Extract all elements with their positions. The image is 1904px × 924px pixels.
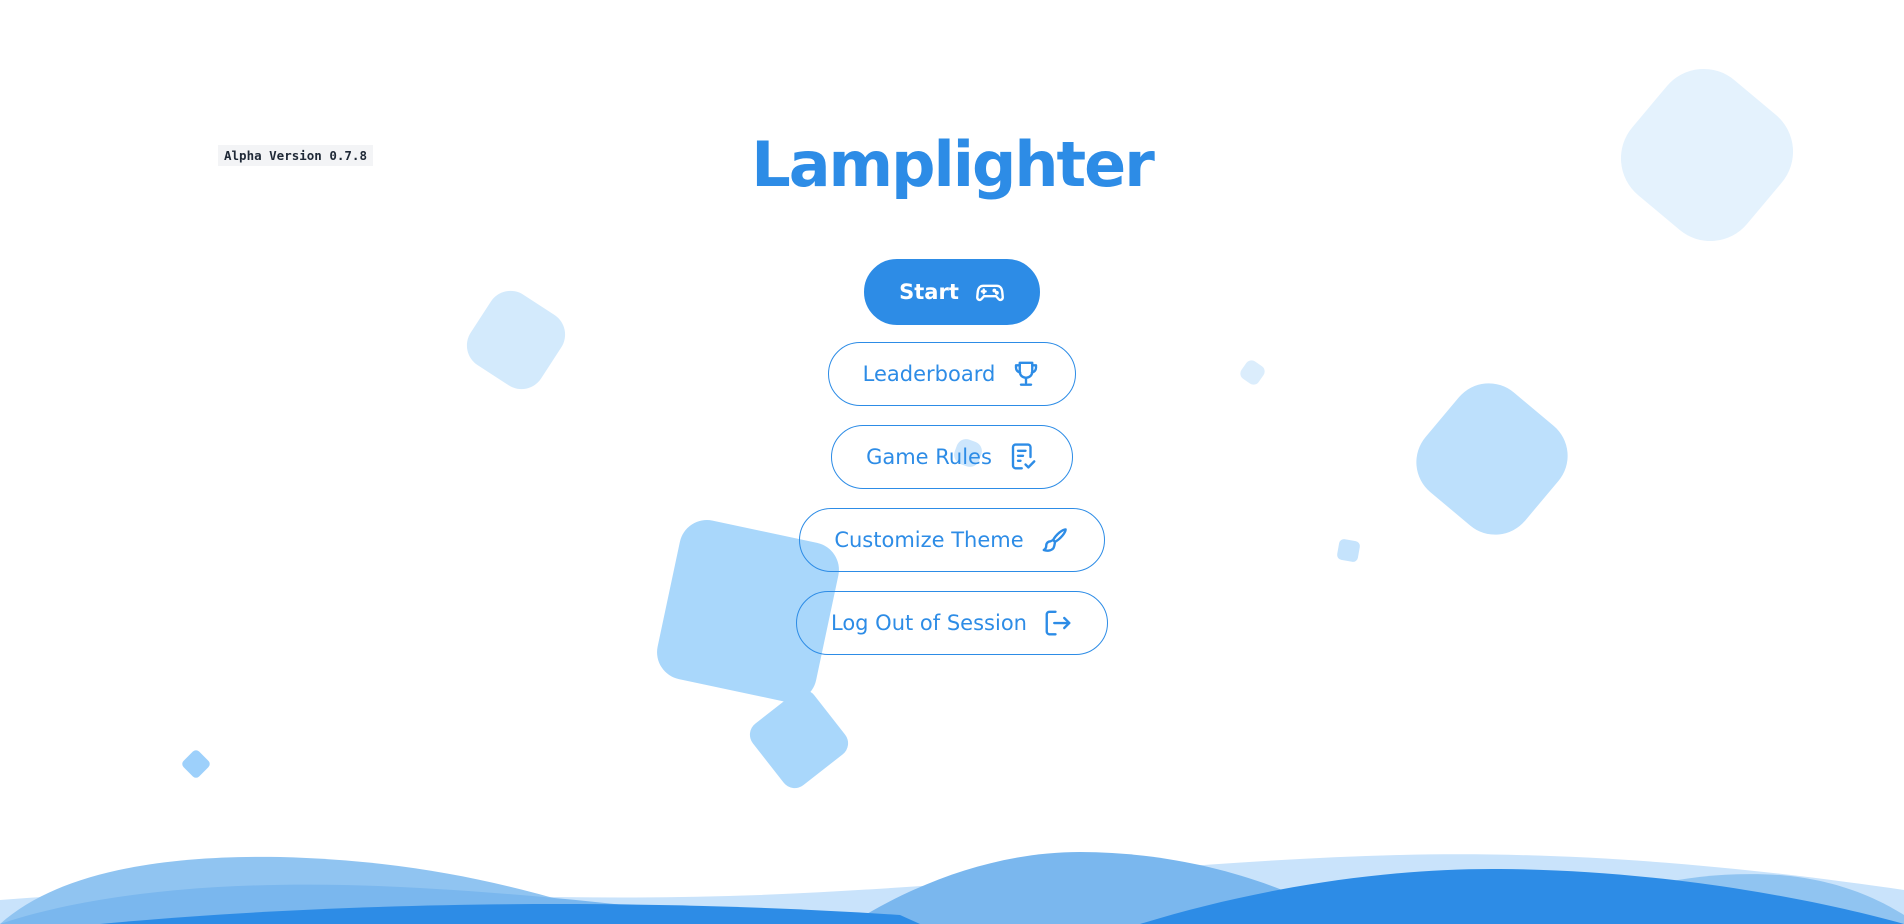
gamepad-icon: [975, 277, 1005, 307]
customize-theme-button-label: Customize Theme: [834, 528, 1024, 552]
start-button[interactable]: Start: [864, 259, 1040, 325]
start-button-label: Start: [899, 280, 959, 304]
customize-theme-button[interactable]: Customize Theme: [799, 508, 1105, 572]
leaderboard-button-label: Leaderboard: [862, 362, 996, 386]
paintbrush-icon: [1040, 525, 1070, 555]
wave-layer-mid-center: [850, 852, 1350, 924]
wave-layer-light: [0, 854, 1904, 924]
game-rules-button[interactable]: Game Rules: [831, 425, 1073, 489]
rules-checklist-icon: [1008, 442, 1038, 472]
trophy-icon: [1011, 359, 1041, 389]
log-out-button[interactable]: Log Out of Session: [796, 591, 1108, 655]
wave-layer-mid: [0, 856, 620, 924]
main-menu-screen: Alpha Version 0.7.8 Lamplighter Start Le…: [0, 0, 1904, 924]
leaderboard-button[interactable]: Leaderboard: [827, 342, 1077, 406]
wave-layer-soft: [0, 884, 760, 924]
wave-layer-dark: [100, 904, 920, 924]
game-title: Lamplighter: [751, 128, 1155, 201]
main-menu: Start Leaderboard Game Rules Customize T…: [0, 259, 1904, 674]
decorative-shape: [744, 684, 854, 794]
log-out-button-label: Log Out of Session: [831, 611, 1027, 635]
logout-icon: [1043, 608, 1073, 638]
game-rules-button-label: Game Rules: [866, 445, 992, 469]
decorative-shape: [180, 748, 212, 780]
wave-layer-mid-right: [1550, 874, 1904, 924]
wave-layer-dark-right: [1140, 868, 1904, 924]
